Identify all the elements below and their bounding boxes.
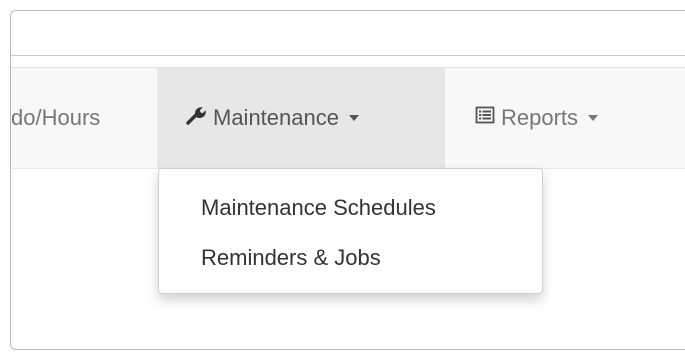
menu-item-maintenance-schedules-label: Maintenance Schedules <box>201 195 436 220</box>
nav-item-maintenance-label: Maintenance <box>213 105 339 130</box>
menu-item-reminders-jobs[interactable]: Reminders & Jobs <box>159 239 542 277</box>
menu-item-maintenance-schedules[interactable]: Maintenance Schedules <box>159 189 542 227</box>
nav-item-odo-hours[interactable]: do/Hours <box>11 68 157 168</box>
caret-down-icon <box>348 115 359 121</box>
wrench-icon <box>185 104 207 132</box>
nav-item-reports[interactable]: Reports <box>445 68 645 168</box>
top-strip <box>11 11 685 56</box>
list-icon <box>475 105 495 131</box>
menu-item-reminders-jobs-label: Reminders & Jobs <box>201 245 381 270</box>
nav-item-odo-hours-label: do/Hours <box>11 105 101 130</box>
maintenance-dropdown-menu: Maintenance Schedules Reminders & Jobs <box>158 168 543 294</box>
nav-item-reports-label: Reports <box>501 105 579 130</box>
navbar: do/Hours Maintenance Reports <box>11 67 685 169</box>
nav-item-maintenance[interactable]: Maintenance <box>157 68 445 168</box>
caret-down-icon <box>588 115 599 121</box>
